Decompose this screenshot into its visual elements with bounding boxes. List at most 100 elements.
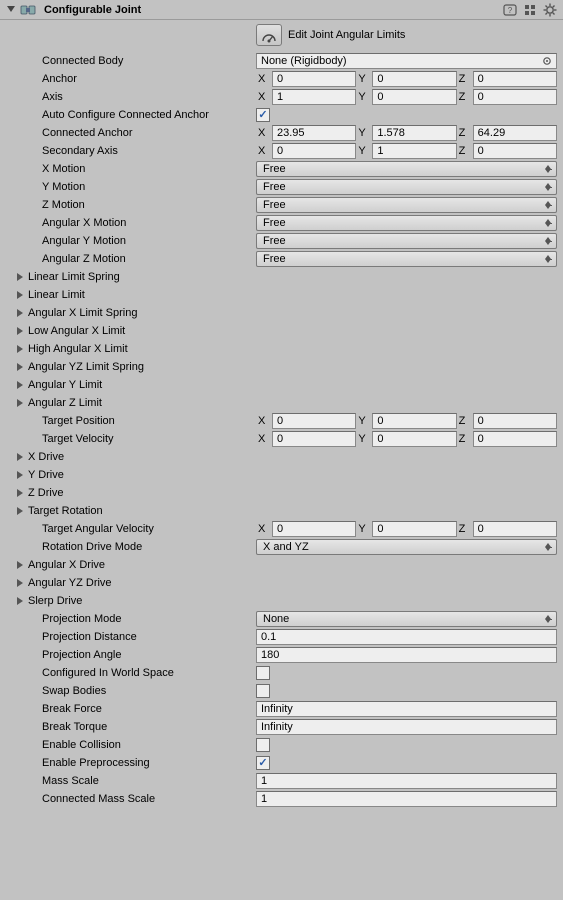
component-foldout[interactable] — [6, 5, 16, 15]
axis-label: Axis — [42, 91, 63, 103]
svg-text:?: ? — [508, 6, 513, 15]
anchor-y-input[interactable] — [372, 71, 456, 87]
target-position-z-input[interactable] — [473, 413, 557, 429]
y-motion-label: Y Motion — [42, 181, 85, 193]
linear-limit-label: Linear Limit — [28, 289, 85, 301]
mass-scale-input[interactable] — [256, 773, 557, 789]
anchor-z-input[interactable] — [473, 71, 557, 87]
axis-z-input[interactable] — [473, 89, 557, 105]
x-motion-dropdown[interactable]: Free — [256, 161, 557, 177]
axis-x-input[interactable] — [272, 89, 356, 105]
secondary-axis-x-input[interactable] — [272, 143, 356, 159]
target-position-y-input[interactable] — [372, 413, 456, 429]
slerp-drive-label: Slerp Drive — [28, 595, 82, 607]
connected-anchor-z-input[interactable] — [473, 125, 557, 141]
foldout-arrow[interactable] — [14, 597, 28, 605]
projection-distance-input[interactable] — [256, 629, 557, 645]
foldout-arrow[interactable] — [14, 291, 28, 299]
connected-anchor-row: Connected AnchorXYZ — [0, 124, 563, 142]
low-angular-x-limit-row: Low Angular X Limit — [0, 322, 563, 340]
foldout-arrow[interactable] — [14, 345, 28, 353]
break-force-label: Break Force — [42, 703, 102, 715]
angular-z-motion-dropdown[interactable]: Free — [256, 251, 557, 267]
target-angular-velocity-row: Target Angular VelocityXYZ — [0, 520, 563, 538]
angular-yz-limit-spring-label: Angular YZ Limit Spring — [28, 361, 144, 373]
connected-anchor-x-input[interactable] — [272, 125, 356, 141]
connected-anchor-y-input[interactable] — [372, 125, 456, 141]
rotation-drive-mode-dropdown[interactable]: X and YZ — [256, 539, 557, 555]
target-velocity-row: Target VelocityXYZ — [0, 430, 563, 448]
z-motion-row: Z MotionFree — [0, 196, 563, 214]
foldout-arrow[interactable] — [14, 489, 28, 497]
target-angular-velocity-z-input[interactable] — [473, 521, 557, 537]
target-position-x-input[interactable] — [272, 413, 356, 429]
target-velocity-y-input[interactable] — [372, 431, 456, 447]
axis-x-label: X — [256, 91, 270, 103]
low-angular-x-limit-label: Low Angular X Limit — [28, 325, 125, 337]
projection-distance-label: Projection Distance — [42, 631, 137, 643]
swap-bodies-checkbox[interactable] — [256, 684, 270, 698]
connected-mass-scale-row: Connected Mass Scale — [0, 790, 563, 808]
axis-row: AxisXYZ — [0, 88, 563, 106]
high-angular-x-limit-row: High Angular X Limit — [0, 340, 563, 358]
configured-in-world-space-checkbox[interactable] — [256, 666, 270, 680]
angular-y-motion-row: Angular Y MotionFree — [0, 232, 563, 250]
preset-icon[interactable] — [523, 3, 537, 17]
configured-in-world-space-row: Configured In World Space — [0, 664, 563, 682]
gear-icon[interactable] — [543, 3, 557, 17]
target-angular-velocity-x-input[interactable] — [272, 521, 356, 537]
secondary-axis-y-input[interactable] — [372, 143, 456, 159]
object-picker-icon[interactable] — [541, 55, 553, 67]
foldout-arrow[interactable] — [14, 309, 28, 317]
projection-mode-dropdown[interactable]: None — [256, 611, 557, 627]
target-velocity-z-input[interactable] — [473, 431, 557, 447]
angular-y-motion-dropdown[interactable]: Free — [256, 233, 557, 249]
y-motion-dropdown[interactable]: Free — [256, 179, 557, 195]
angular-yz-drive-row: Angular YZ Drive — [0, 574, 563, 592]
foldout-arrow[interactable] — [14, 561, 28, 569]
edit-angular-limits-button[interactable] — [256, 24, 282, 46]
y-motion-value: Free — [263, 181, 286, 193]
axis-y-input[interactable] — [372, 89, 456, 105]
foldout-arrow[interactable] — [14, 579, 28, 587]
break-force-input[interactable] — [256, 701, 557, 717]
secondary-axis-z-label: Z — [457, 145, 471, 157]
angular-z-limit-label: Angular Z Limit — [28, 397, 102, 409]
z-motion-dropdown[interactable]: Free — [256, 197, 557, 213]
target-angular-velocity-y-input[interactable] — [372, 521, 456, 537]
foldout-arrow[interactable] — [14, 381, 28, 389]
enable-collision-checkbox[interactable] — [256, 738, 270, 752]
angular-x-motion-label: Angular X Motion — [42, 217, 126, 229]
foldout-arrow[interactable] — [14, 471, 28, 479]
foldout-arrow[interactable] — [14, 363, 28, 371]
x-motion-label: X Motion — [42, 163, 85, 175]
break-torque-input[interactable] — [256, 719, 557, 735]
enable-preprocessing-checkbox[interactable] — [256, 756, 270, 770]
secondary-axis-x-label: X — [256, 145, 270, 157]
target-angular-velocity-y-label: Y — [356, 523, 370, 535]
connected-body-field[interactable]: None (Rigidbody) — [256, 53, 557, 69]
mass-scale-row: Mass Scale — [0, 772, 563, 790]
angular-z-limit-row: Angular Z Limit — [0, 394, 563, 412]
auto-configure-connected-anchor-checkbox[interactable] — [256, 108, 270, 122]
secondary-axis-label: Secondary Axis — [42, 145, 118, 157]
z-motion-value: Free — [263, 199, 286, 211]
angular-x-motion-dropdown[interactable]: Free — [256, 215, 557, 231]
foldout-arrow[interactable] — [14, 273, 28, 281]
target-velocity-z-label: Z — [457, 433, 471, 445]
target-velocity-x-input[interactable] — [272, 431, 356, 447]
foldout-arrow[interactable] — [14, 327, 28, 335]
break-force-row: Break Force — [0, 700, 563, 718]
foldout-arrow[interactable] — [14, 507, 28, 515]
foldout-arrow[interactable] — [14, 453, 28, 461]
connected-mass-scale-input[interactable] — [256, 791, 557, 807]
anchor-x-input[interactable] — [272, 71, 356, 87]
edit-angular-limits-label: Edit Joint Angular Limits — [288, 29, 405, 41]
projection-angle-input[interactable] — [256, 647, 557, 663]
help-icon[interactable]: ? — [503, 3, 517, 17]
enable-preprocessing-row: Enable Preprocessing — [0, 754, 563, 772]
secondary-axis-z-input[interactable] — [473, 143, 557, 159]
foldout-arrow[interactable] — [14, 399, 28, 407]
x-drive-row: X Drive — [0, 448, 563, 466]
edit-angular-limits-row: Edit Joint Angular Limits — [0, 20, 563, 52]
